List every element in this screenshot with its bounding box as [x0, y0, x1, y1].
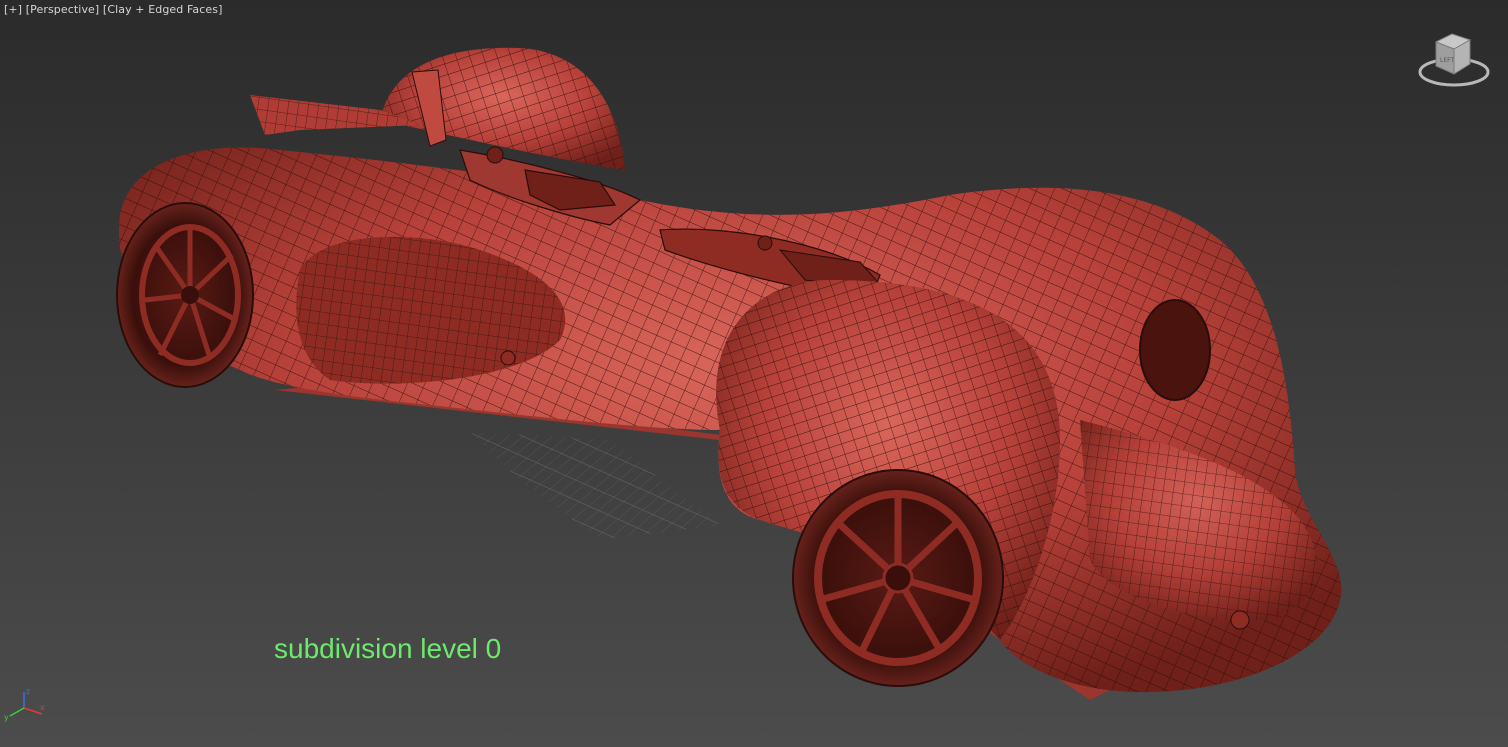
rear-wheel	[116, 202, 254, 388]
axis-z-label: z	[26, 687, 30, 696]
ground-grid	[470, 432, 720, 540]
scene-render	[116, 47, 1342, 700]
perspective-viewport[interactable]: [+] [Perspective] [Clay + Edged Faces] s…	[0, 0, 1508, 747]
subdivision-level-caption: subdivision level 0	[274, 633, 502, 664]
axis-tripod: z x y	[2, 686, 50, 724]
viewcube-face-label: LEFT	[1440, 57, 1454, 64]
axis-y-label: y	[4, 713, 9, 722]
front-right-wheel	[1139, 299, 1211, 401]
axis-x-label: x	[40, 703, 45, 712]
viewcube[interactable]: LEFT	[1412, 30, 1494, 96]
front-wheel	[792, 469, 1004, 687]
